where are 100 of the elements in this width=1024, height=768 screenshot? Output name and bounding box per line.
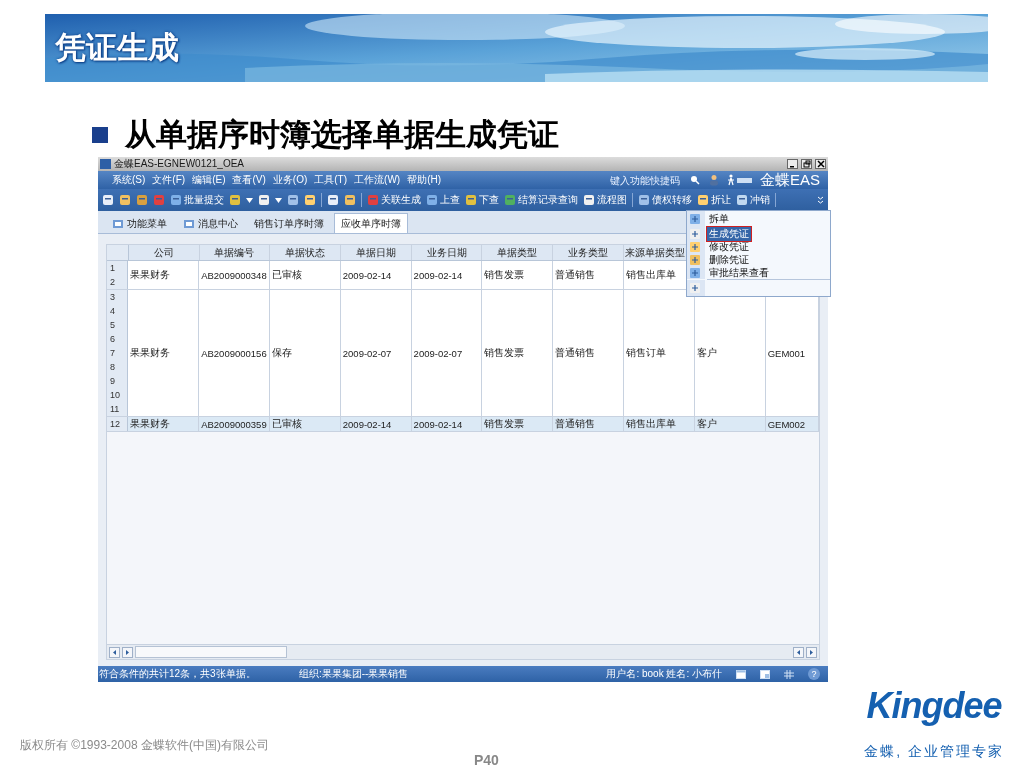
table-cell: 客户 — [694, 417, 766, 431]
organization-label: 组织:果果集团--果果销售 — [299, 667, 410, 681]
menu-item[interactable]: 文件(F) — [152, 173, 186, 187]
table-cell: 销售出库单 — [624, 417, 695, 431]
table-cell: 已审核 — [269, 261, 341, 289]
close-icon — [816, 160, 825, 168]
table-cell: 销售发票 — [482, 261, 554, 289]
toolbar-button[interactable]: 下查 — [465, 193, 499, 207]
quick-code-field[interactable]: 键入功能快捷码 — [610, 173, 682, 187]
table-cell: 果果财务 — [128, 290, 200, 416]
bullet-icon — [92, 127, 108, 143]
user-label: 用户名: book 姓名: 小布什 — [606, 667, 722, 681]
page-number: P40 — [473, 752, 499, 768]
row-number: 4 — [107, 304, 128, 318]
column-header[interactable]: 单据类型 — [482, 245, 554, 260]
toolbar-button[interactable]: 关联生成 — [367, 193, 421, 207]
toolbar-icon[interactable] — [583, 194, 595, 206]
row-number: 2 — [107, 275, 128, 289]
toolbar-button[interactable]: 折让 — [697, 193, 731, 207]
row-number: 8 — [107, 360, 128, 374]
table-row[interactable]: 12 果果财务 AB2009000359 已审核 2009-02-14 2009-02-14 销售发票 普通销售 销售出库单 客户 GEM002 — [107, 417, 819, 432]
column-header[interactable]: 单据日期 — [341, 245, 412, 260]
toolbar-button[interactable]: 债权转移 — [638, 193, 692, 207]
column-header[interactable]: 单据编号 — [199, 245, 271, 260]
window-icon[interactable] — [736, 669, 746, 679]
table-cell: 销售发票 — [482, 417, 554, 431]
table-cell: 2009-02-14 — [340, 261, 412, 289]
tab[interactable]: 应收单序时簿 — [334, 213, 408, 233]
toolbar-button[interactable]: 上查 — [426, 193, 460, 207]
table-cell: 果果财务 — [128, 417, 200, 431]
column-header[interactable]: 业务类型 — [553, 245, 624, 260]
toolbar-icon[interactable] — [697, 194, 709, 206]
app-icon — [100, 159, 111, 169]
scrollbar[interactable] — [107, 644, 819, 659]
menu-item[interactable]: 查看(V) — [232, 173, 266, 187]
toolbar-icon[interactable] — [287, 194, 299, 206]
menu-item[interactable]: 业务(O) — [272, 173, 308, 187]
toolbar-icon[interactable] — [119, 194, 131, 206]
search-icon[interactable] — [689, 174, 701, 186]
tab[interactable]: 销售订单序时簿 — [248, 215, 330, 233]
menu-item[interactable]: 系统(S) — [112, 173, 146, 187]
toolbar-icon[interactable] — [102, 194, 114, 206]
column-header[interactable]: 公司 — [128, 245, 200, 260]
window-icon[interactable] — [760, 669, 770, 679]
menu-item-icon — [689, 253, 701, 266]
brand-logo: Kingdee — [866, 685, 1002, 727]
slide-heading: 从单据序时簿选择单据生成凭证 — [125, 116, 559, 154]
caret-icon[interactable] — [275, 197, 282, 203]
menu-item[interactable]: 帮助(H) — [407, 173, 442, 187]
person-icon[interactable] — [708, 174, 720, 186]
table-cell: 果果财务 — [128, 261, 200, 289]
toolbar-icon[interactable] — [304, 194, 316, 206]
menu-item-icon — [689, 213, 701, 225]
copyright-text: 版权所有 ©1993-2008 金蝶软件(中国)有限公司 — [20, 737, 269, 754]
toolbar-button[interactable]: 结算记录查询 — [504, 193, 578, 207]
record-summary: 符合条件的共计12条，共3张单据。 — [99, 667, 257, 681]
toolbar-icon[interactable] — [344, 194, 356, 206]
row-number: 10 — [107, 388, 128, 402]
table-row[interactable]: 3 4 5 6 7 8 9 10 11 果果财务 AB2009000156 保存 2009-02-07 2009-02-07 销售发票 普通销售 销售订单 客户 GEM001 — [107, 290, 819, 417]
close-button[interactable] — [815, 159, 826, 169]
menu-item[interactable]: 工具(T) — [314, 173, 348, 187]
table-cell: AB2009000156 — [199, 290, 270, 416]
toolbar-icon[interactable] — [736, 194, 748, 206]
toolbar-icon[interactable] — [638, 194, 650, 206]
toolbar-icon[interactable] — [504, 194, 516, 206]
toolbar-icon[interactable] — [465, 194, 477, 206]
toolbar-icon[interactable] — [327, 194, 339, 206]
menu-item-icon — [689, 227, 701, 240]
table-cell: 普通销售 — [553, 417, 625, 431]
table-cell: 已审核 — [269, 417, 341, 431]
toolbar-icon[interactable] — [426, 194, 438, 206]
menu-item[interactable]: 编辑(E) — [192, 173, 226, 187]
toolbar-icon[interactable] — [229, 194, 241, 206]
toolbar-icon[interactable] — [136, 194, 148, 206]
toolbar-icon[interactable] — [170, 194, 182, 206]
caret-icon[interactable] — [246, 197, 253, 203]
chevron-icon[interactable] — [817, 196, 824, 204]
tab[interactable]: 消息中心 — [177, 215, 244, 233]
column-header[interactable]: 业务日期 — [411, 245, 483, 260]
minimize-button[interactable] — [787, 159, 798, 169]
column-header[interactable]: 单据状态 — [270, 245, 341, 260]
menu-option[interactable]: 生成凭证 — [707, 226, 751, 241]
toolbar-button[interactable]: 冲销 — [736, 193, 770, 207]
table-cell: 保存 — [269, 290, 341, 416]
restore-icon — [802, 160, 811, 168]
toolbar-button[interactable]: 流程图 — [583, 193, 627, 207]
menu-option[interactable]: 修改凭证 — [707, 239, 751, 254]
grid-icon[interactable] — [784, 669, 794, 679]
row-number: 1 — [107, 261, 128, 275]
menu-item[interactable]: 工作流(W) — [354, 173, 401, 187]
row-number: 6 — [107, 332, 128, 346]
table-cell: 普通销售 — [553, 261, 625, 289]
table-cell: 2009-02-14 — [340, 417, 412, 431]
menu-option[interactable]: 拆单 — [707, 212, 731, 226]
restore-button[interactable] — [801, 159, 812, 169]
toolbar-button[interactable]: 批量提交 — [170, 193, 224, 207]
toolbar-icon[interactable] — [258, 194, 270, 206]
window-icon — [183, 218, 195, 230]
scroll-thumb[interactable] — [135, 646, 287, 658]
tab[interactable]: 功能菜单 — [106, 215, 173, 233]
